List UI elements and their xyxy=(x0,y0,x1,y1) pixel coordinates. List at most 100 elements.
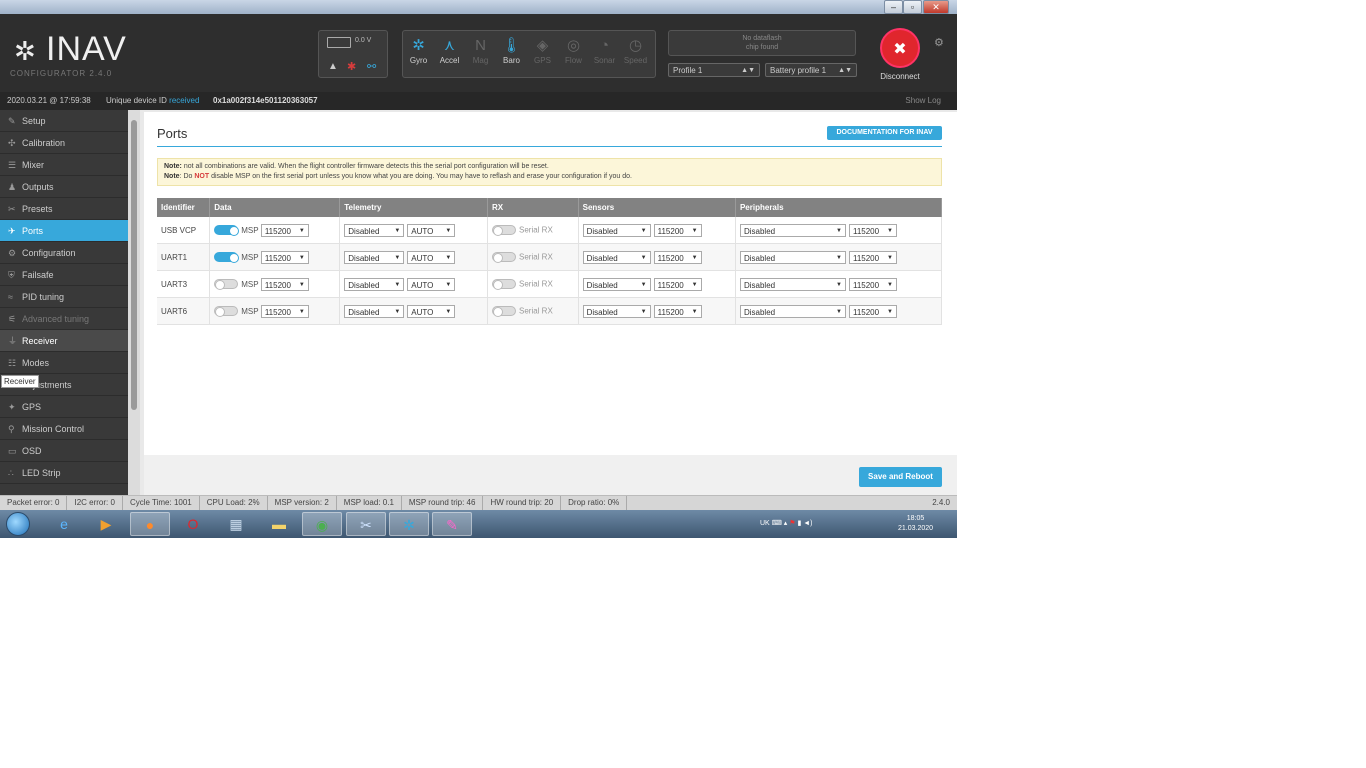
telemetry-select[interactable]: Disabled xyxy=(344,250,405,265)
peripherals-baud-select[interactable]: 115200 xyxy=(848,250,897,265)
telemetry-baud-select[interactable]: AUTO xyxy=(407,304,456,319)
ie-taskbar-icon[interactable]: e xyxy=(44,512,84,536)
failsafe-icon: ⛨ xyxy=(8,270,15,280)
sidebar-item-label: Advanced tuning xyxy=(22,314,90,324)
hw-roundtrip: HW round trip: 20 xyxy=(483,496,562,510)
peripherals-baud-select[interactable]: 115200 xyxy=(848,304,897,319)
battery-profile-select[interactable]: Battery profile 1 ▲▼ xyxy=(765,63,857,77)
telemetry-select[interactable]: Disabled xyxy=(344,223,405,238)
firefox-taskbar-icon[interactable]: ● xyxy=(130,512,170,536)
language-indicator[interactable]: UK xyxy=(760,520,770,527)
profile-select[interactable]: Profile 1 ▲▼ xyxy=(668,63,760,77)
sidebar-nav: ✎ Setup ✣ Calibration ☰ Mixer ♟ Outputs ✂ Presets… xyxy=(0,110,128,495)
sidebar-scrollbar[interactable] xyxy=(128,110,140,495)
sensors-baud-select[interactable]: 115200 xyxy=(653,277,702,292)
pid-icon: ≈ xyxy=(8,292,13,302)
sensors-baud-select[interactable]: 115200 xyxy=(653,304,702,319)
msp-baud-select[interactable]: 115200 xyxy=(260,304,309,319)
sidebar-item-configuration[interactable]: ⚙ Configuration xyxy=(0,242,128,264)
dataflash-line2: chip found xyxy=(745,44,779,51)
peripherals-select[interactable]: Disabled xyxy=(739,223,846,238)
sidebar-item-mission-control[interactable]: ⚲ Mission Control xyxy=(0,418,128,440)
sensors-baud-select[interactable]: 115200 xyxy=(653,250,702,265)
flag-icon[interactable]: ⚑ xyxy=(789,520,795,527)
sensors-select[interactable]: Disabled xyxy=(582,223,651,238)
sensor-gps: ◈ GPS xyxy=(527,31,558,77)
msp-toggle[interactable] xyxy=(214,252,240,263)
sidebar-item-receiver[interactable]: ⏚ Receiver xyxy=(0,330,128,352)
sidebar-item-outputs[interactable]: ♟ Outputs xyxy=(0,176,128,198)
sidebar-item-label: Outputs xyxy=(22,182,54,192)
sidebar-item-failsafe[interactable]: ⛨ Failsafe xyxy=(0,264,128,286)
start-button[interactable] xyxy=(6,512,30,536)
sidebar-item-label: PID tuning xyxy=(22,292,65,302)
show-log-link[interactable]: Show Log xyxy=(905,92,941,110)
notes-box: Note: not all combinations are valid. Wh… xyxy=(157,158,942,186)
dataflash-line1: No dataflash xyxy=(742,35,782,42)
close-window-button[interactable]: ✕ xyxy=(923,0,949,14)
serial-rx-toggle[interactable] xyxy=(492,279,516,290)
peripherals-select[interactable]: Disabled xyxy=(739,304,846,319)
telemetry-baud-select[interactable]: AUTO xyxy=(407,250,456,265)
disconnect-label[interactable]: Disconnect xyxy=(872,72,928,81)
sidebar-item-advanced-tuning[interactable]: ⚟ Advanced tuning xyxy=(0,308,128,330)
msp-toggle[interactable] xyxy=(214,225,240,236)
telemetry-baud-select[interactable]: AUTO xyxy=(407,277,456,292)
serial-rx-toggle[interactable] xyxy=(492,306,516,317)
calculator-taskbar-icon[interactable]: ▦ xyxy=(216,512,256,536)
sensor-label: Baro xyxy=(503,56,520,65)
maximize-button[interactable]: ▫ xyxy=(903,0,922,14)
settings-gear-icon[interactable]: ⚙ xyxy=(934,36,944,49)
volume-icon[interactable]: ◄) xyxy=(803,520,812,527)
sensors-select[interactable]: Disabled xyxy=(582,304,651,319)
sidebar-item-ports[interactable]: ✈ Ports xyxy=(0,220,128,242)
chrome-taskbar-icon[interactable]: ◉ xyxy=(302,512,342,536)
peripherals-baud-select[interactable]: 115200 xyxy=(848,223,897,238)
sensors-baud-select[interactable]: 115200 xyxy=(653,223,702,238)
osd-icon: ▭ xyxy=(8,446,17,456)
msp-version: MSP version: 2 xyxy=(268,496,337,510)
sidebar-item-label: Receiver xyxy=(22,336,58,346)
serial-rx-toggle[interactable] xyxy=(492,225,516,236)
sidebar-item-label: Calibration xyxy=(22,138,66,148)
sidebar-item-led-strip[interactable]: ∴ LED Strip xyxy=(0,462,128,484)
system-clock[interactable]: 18:05 21.03.2020 xyxy=(898,514,933,534)
serial-rx-toggle[interactable] xyxy=(492,252,516,263)
sidebar-item-gps[interactable]: ✦ GPS xyxy=(0,396,128,418)
sensor-label: Sonar xyxy=(593,56,616,65)
peripherals-select[interactable]: Disabled xyxy=(739,277,846,292)
msp-baud-select[interactable]: 115200 xyxy=(260,277,309,292)
snipping-taskbar-icon[interactable]: ✂ xyxy=(346,512,386,536)
sidebar-item-modes[interactable]: ☷ Modes xyxy=(0,352,128,374)
paint-taskbar-icon[interactable]: ✎ xyxy=(432,512,472,536)
minimize-button[interactable]: – xyxy=(884,0,903,14)
keyboard-icon[interactable]: ⌨ ▴ xyxy=(772,520,790,527)
sidebar-item-pid-tuning[interactable]: ≈ PID tuning xyxy=(0,286,128,308)
sidebar-item-label: OSD xyxy=(22,446,42,456)
peripherals-select[interactable]: Disabled xyxy=(739,250,846,265)
sidebar-item-osd[interactable]: ▭ OSD xyxy=(0,440,128,462)
sensors-select[interactable]: Disabled xyxy=(582,250,651,265)
msp-baud-select[interactable]: 115200 xyxy=(260,250,309,265)
telemetry-select[interactable]: Disabled xyxy=(344,277,405,292)
explorer-taskbar-icon[interactable]: ▬ xyxy=(259,512,299,536)
msp-toggle[interactable] xyxy=(214,306,239,317)
documentation-button[interactable]: DOCUMENTATION FOR INAV xyxy=(827,126,942,140)
sidebar-item-mixer[interactable]: ☰ Mixer xyxy=(0,154,128,176)
opera-taskbar-icon[interactable]: O xyxy=(173,512,213,536)
inav-taskbar-icon[interactable]: ✲ xyxy=(389,512,429,536)
network-icon[interactable]: ▮ xyxy=(797,520,801,527)
sensors-select[interactable]: Disabled xyxy=(582,277,651,292)
peripherals-baud-select[interactable]: 115200 xyxy=(848,277,897,292)
disconnect-button[interactable]: ✖ xyxy=(880,28,920,68)
save-and-reboot-button[interactable]: Save and Reboot xyxy=(859,467,942,487)
msp-baud-select[interactable]: 115200 xyxy=(260,223,309,238)
telemetry-baud-select[interactable]: AUTO xyxy=(407,223,456,238)
scrollbar-thumb[interactable] xyxy=(131,120,137,410)
msp-toggle[interactable] xyxy=(214,279,239,290)
telemetry-select[interactable]: Disabled xyxy=(344,304,405,319)
sidebar-item-presets[interactable]: ✂ Presets xyxy=(0,198,128,220)
sidebar-item-calibration[interactable]: ✣ Calibration xyxy=(0,132,128,154)
sidebar-item-setup[interactable]: ✎ Setup xyxy=(0,110,128,132)
media-player-taskbar-icon[interactable]: ▶ xyxy=(86,512,126,536)
